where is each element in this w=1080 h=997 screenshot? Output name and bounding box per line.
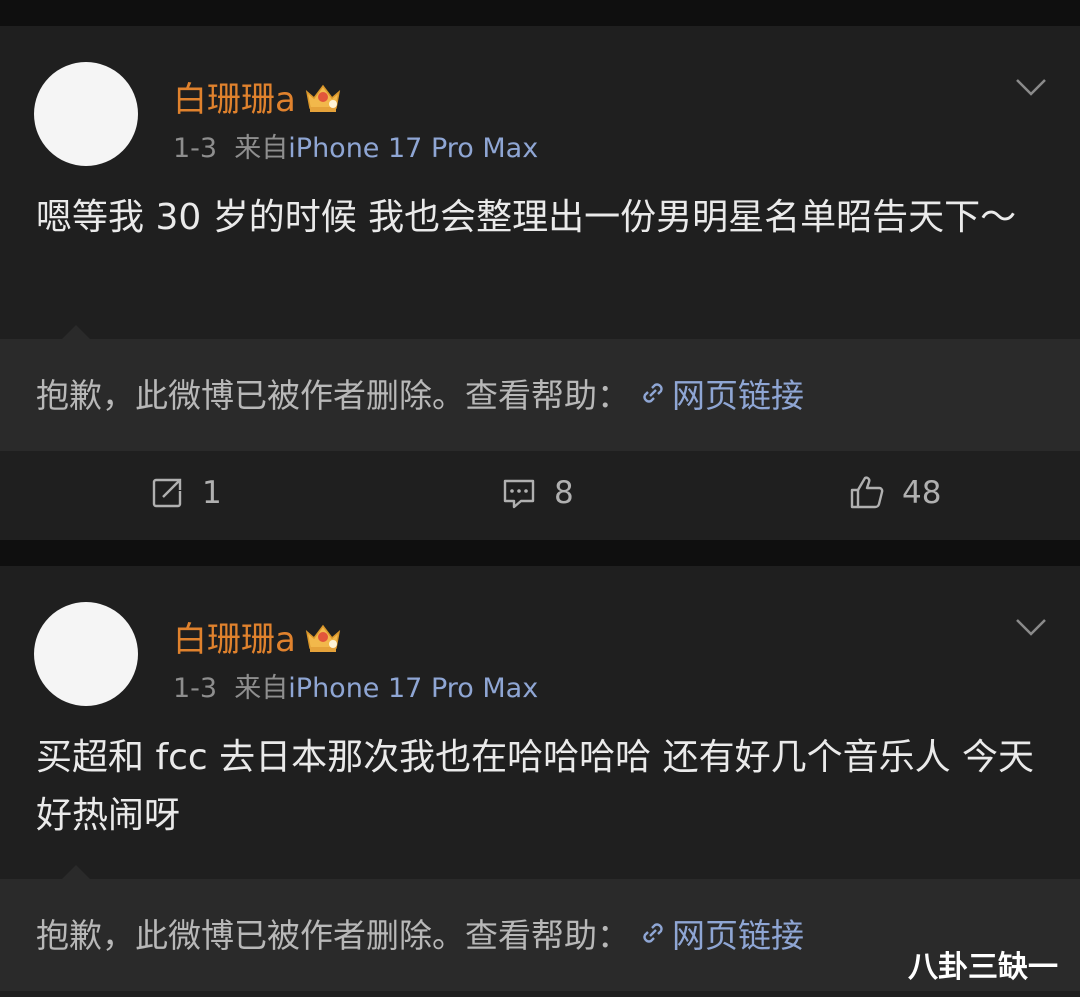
avatar[interactable] xyxy=(34,62,138,166)
watermark: 八卦三缺一 xyxy=(908,950,1058,985)
web-link[interactable]: 网页链接 xyxy=(638,369,804,417)
post-content: 嗯等我 30 岁的时候 我也会整理出一份男明星名单昭告天下～ xyxy=(36,197,1017,238)
thumbs-up-icon xyxy=(850,476,884,509)
chevron-down-icon[interactable] xyxy=(1014,616,1048,638)
device-label[interactable]: iPhone 17 Pro Max xyxy=(288,133,538,164)
source-prefix: 来自 xyxy=(234,133,289,164)
comment-button[interactable]: 8 xyxy=(500,474,574,512)
post-meta: 1-3 来自iPhone 17 Pro Max xyxy=(173,126,538,165)
chevron-down-icon[interactable] xyxy=(1014,76,1048,98)
web-link-label[interactable]: 网页链接 xyxy=(672,369,804,417)
action-bar: 1 8 48 xyxy=(0,454,1080,534)
link-icon xyxy=(643,923,663,943)
post-content: 买超和 fcc 去日本那次我也在哈哈哈哈 还有好几个音乐人 今天好热闹呀 xyxy=(36,737,1035,836)
like-count: 48 xyxy=(902,475,942,511)
repost-notch xyxy=(62,865,90,879)
deleted-notice: 抱歉，此微博已被作者删除。查看帮助： 网页链接 xyxy=(36,369,804,417)
repost-button[interactable]: 1 xyxy=(148,474,222,512)
repost-notch xyxy=(62,325,90,339)
web-link[interactable]: 网页链接 xyxy=(638,909,804,957)
deleted-repost-box[interactable]: 抱歉，此微博已被作者删除。查看帮助： 网页链接 xyxy=(0,325,1080,451)
link-icon xyxy=(643,383,663,403)
post-date: 1-3 xyxy=(173,133,218,164)
crown-badge-icon xyxy=(305,84,340,112)
comment-icon xyxy=(503,479,535,509)
crown-badge-icon xyxy=(305,624,340,652)
comment-count: 8 xyxy=(554,475,574,511)
username[interactable]: 白珊珊a xyxy=(173,72,342,121)
post-date: 1-3 xyxy=(173,673,218,704)
repost-icon xyxy=(152,478,182,508)
web-link-label[interactable]: 网页链接 xyxy=(672,909,804,957)
username[interactable]: 白珊珊a xyxy=(173,612,342,661)
device-label[interactable]: iPhone 17 Pro Max xyxy=(288,673,538,704)
username-label[interactable]: 白珊珊a xyxy=(173,72,296,121)
avatar[interactable] xyxy=(34,602,138,706)
like-button[interactable]: 48 xyxy=(848,474,941,512)
username-label[interactable]: 白珊珊a xyxy=(173,612,296,661)
weibo-post: 白珊珊a 1-3 来自iPhone 17 Pro Max 买超和 fcc 去日本… xyxy=(0,566,1080,997)
top-gap xyxy=(0,0,1080,26)
repost-count: 1 xyxy=(202,475,222,511)
weibo-post: 白珊珊a 1-3 来自iPhone 17 Pro Max 嗯等我 30 岁的时候… xyxy=(0,26,1080,540)
deleted-notice-text: 抱歉，此微博已被作者删除。查看帮助： xyxy=(36,916,630,955)
deleted-notice: 抱歉，此微博已被作者删除。查看帮助： 网页链接 xyxy=(36,909,804,957)
post-meta: 1-3 来自iPhone 17 Pro Max xyxy=(173,666,538,705)
source-prefix: 来自 xyxy=(234,673,289,704)
deleted-notice-text: 抱歉，此微博已被作者删除。查看帮助： xyxy=(36,376,630,415)
